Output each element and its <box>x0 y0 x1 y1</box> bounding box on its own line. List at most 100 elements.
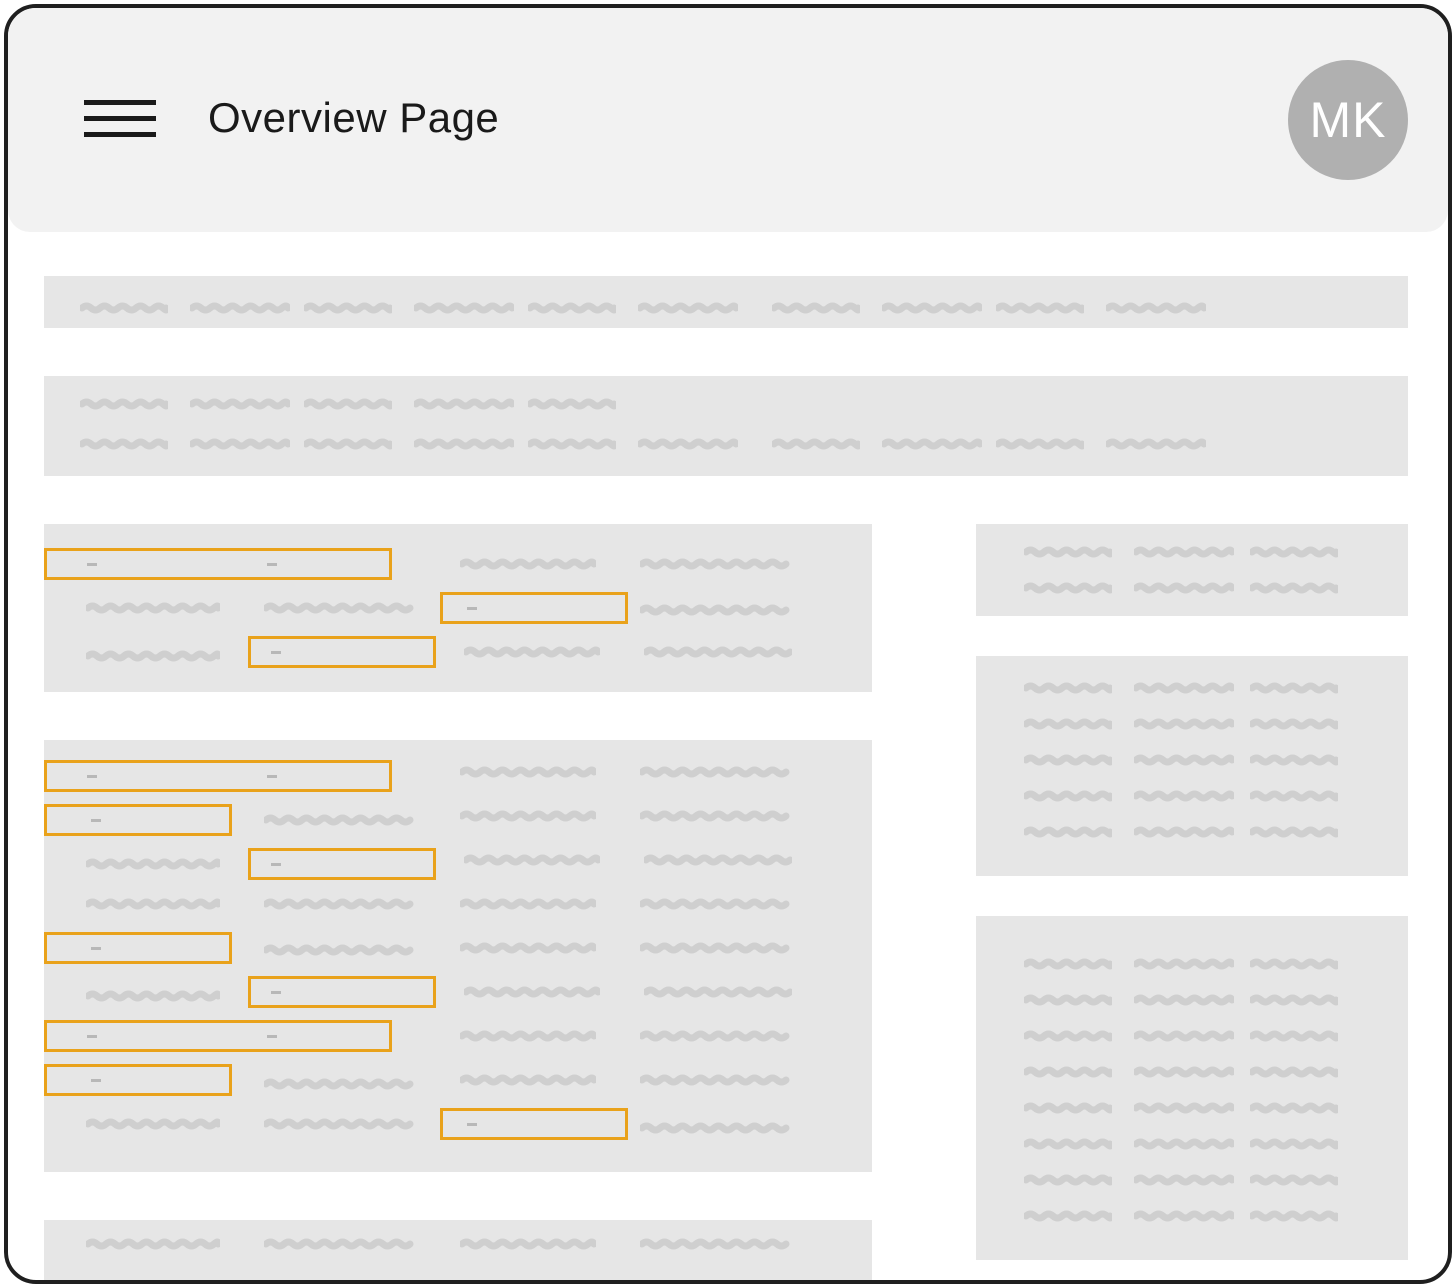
placeholder-text <box>460 766 596 778</box>
placeholder-text <box>464 854 600 866</box>
placeholder-text <box>1250 582 1338 594</box>
placeholder-text <box>1134 958 1234 970</box>
placeholder-text <box>1024 1138 1112 1150</box>
placeholder-text <box>1134 546 1234 558</box>
placeholder-text <box>1250 682 1338 694</box>
placeholder-text <box>772 302 860 314</box>
placeholder-text <box>1024 718 1112 730</box>
placeholder-text <box>1250 1030 1338 1042</box>
placeholder-text <box>1250 1066 1338 1078</box>
placeholder-text <box>86 602 220 614</box>
placeholder-text <box>1134 1030 1234 1042</box>
placeholder-text <box>640 942 790 954</box>
placeholder-text <box>644 986 792 998</box>
placeholder-text <box>1250 958 1338 970</box>
placeholder-text <box>80 398 168 410</box>
highlighted-input-field[interactable] <box>44 548 392 580</box>
placeholder-text <box>882 438 982 450</box>
placeholder-text <box>1250 826 1338 838</box>
placeholder-text <box>1250 718 1338 730</box>
placeholder-text <box>1024 826 1112 838</box>
placeholder-text <box>638 438 738 450</box>
placeholder-text <box>1024 1102 1112 1114</box>
placeholder-text <box>414 302 514 314</box>
placeholder-text <box>414 438 514 450</box>
placeholder-text <box>190 302 290 314</box>
placeholder-text <box>304 302 392 314</box>
placeholder-text <box>1134 718 1234 730</box>
placeholder-text <box>80 302 168 314</box>
placeholder-text <box>1134 1174 1234 1186</box>
placeholder-text <box>1134 682 1234 694</box>
placeholder-text <box>1250 1138 1338 1150</box>
placeholder-text <box>460 942 596 954</box>
form-card-3 <box>44 1220 872 1280</box>
placeholder-text <box>1250 754 1338 766</box>
placeholder-text <box>640 558 790 570</box>
placeholder-text <box>86 1118 220 1130</box>
placeholder-text <box>460 558 596 570</box>
placeholder-text <box>996 302 1084 314</box>
placeholder-text <box>1024 582 1112 594</box>
placeholder-text <box>1250 1102 1338 1114</box>
placeholder-text <box>86 990 220 1002</box>
placeholder-text <box>1024 546 1112 558</box>
placeholder-text <box>1134 582 1234 594</box>
placeholder-text <box>644 854 792 866</box>
placeholder-text <box>190 398 290 410</box>
placeholder-text <box>640 1074 790 1086</box>
highlighted-input-field[interactable] <box>440 592 628 624</box>
highlighted-input-field[interactable] <box>248 976 436 1008</box>
highlighted-input-field[interactable] <box>44 1064 232 1096</box>
placeholder-text <box>86 1238 220 1250</box>
placeholder-text <box>1134 754 1234 766</box>
placeholder-text <box>414 398 514 410</box>
placeholder-text <box>640 1122 790 1134</box>
placeholder-text <box>80 438 168 450</box>
placeholder-text <box>528 438 616 450</box>
highlighted-input-field[interactable] <box>44 760 392 792</box>
placeholder-text <box>264 944 414 956</box>
placeholder-text <box>264 1238 414 1250</box>
placeholder-text <box>460 898 596 910</box>
placeholder-text <box>464 646 600 658</box>
placeholder-text <box>460 1238 596 1250</box>
hamburger-menu-icon[interactable] <box>84 96 156 146</box>
placeholder-text <box>1024 1066 1112 1078</box>
placeholder-text <box>638 302 738 314</box>
placeholder-text <box>86 898 220 910</box>
placeholder-text <box>1024 1030 1112 1042</box>
placeholder-text <box>1250 790 1338 802</box>
highlighted-input-field[interactable] <box>248 848 436 880</box>
placeholder-text <box>264 898 414 910</box>
placeholder-text <box>86 858 220 870</box>
placeholder-text <box>640 810 790 822</box>
highlighted-input-field[interactable] <box>248 636 436 668</box>
placeholder-text <box>464 986 600 998</box>
placeholder-text <box>640 1238 790 1250</box>
placeholder-text <box>772 438 860 450</box>
placeholder-text <box>1106 302 1206 314</box>
highlighted-input-field[interactable] <box>44 932 232 964</box>
placeholder-text <box>1134 1210 1234 1222</box>
placeholder-text <box>1134 994 1234 1006</box>
placeholder-text <box>1250 994 1338 1006</box>
placeholder-text <box>460 810 596 822</box>
highlighted-input-field[interactable] <box>44 804 232 836</box>
user-avatar[interactable]: MK <box>1288 60 1408 180</box>
highlighted-input-field[interactable] <box>440 1108 628 1140</box>
placeholder-text <box>528 398 616 410</box>
placeholder-text <box>1250 1210 1338 1222</box>
placeholder-text <box>264 814 414 826</box>
placeholder-text <box>1024 754 1112 766</box>
placeholder-text <box>528 302 616 314</box>
placeholder-text <box>1106 438 1206 450</box>
placeholder-text <box>1024 958 1112 970</box>
highlighted-input-field[interactable] <box>44 1020 392 1052</box>
placeholder-text <box>460 1074 596 1086</box>
placeholder-text <box>640 1030 790 1042</box>
placeholder-text <box>640 766 790 778</box>
placeholder-text <box>304 398 392 410</box>
placeholder-text <box>1024 790 1112 802</box>
placeholder-text <box>1024 1174 1112 1186</box>
